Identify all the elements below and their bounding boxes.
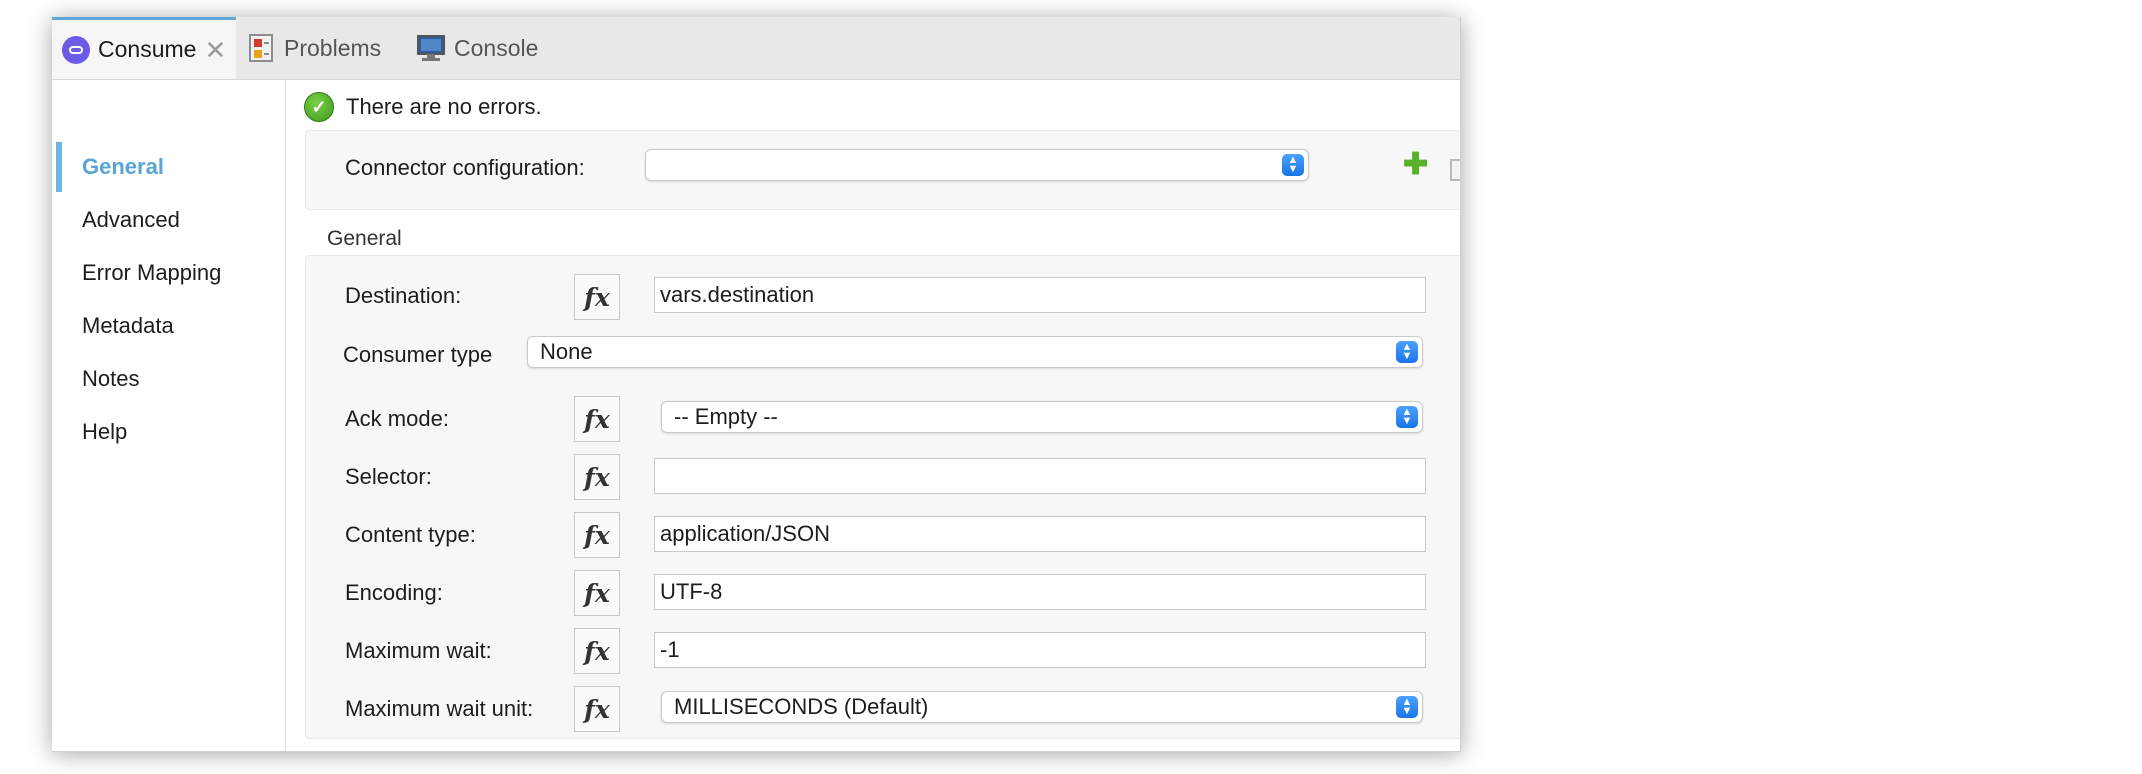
consumer-type-value: None bbox=[540, 339, 593, 364]
sidebar-item-help[interactable]: Help bbox=[56, 407, 284, 457]
connector-configuration-select[interactable]: ▲ ▼ bbox=[645, 149, 1309, 181]
status-message: ✓ There are no errors. bbox=[304, 92, 542, 122]
select-arrows-icon: ▲ ▼ bbox=[1396, 341, 1418, 363]
ack-mode-label: Ack mode: bbox=[345, 406, 449, 431]
status-text: There are no errors. bbox=[346, 94, 542, 119]
general-section-title: General bbox=[327, 227, 402, 250]
tab-bar: Consume ✕ Problems Console bbox=[52, 17, 1460, 80]
select-arrows-icon: ▲ ▼ bbox=[1396, 696, 1418, 718]
ack-mode-select[interactable]: -- Empty -- ▲ ▼ bbox=[661, 401, 1423, 433]
consumer-type-select[interactable]: None ▲ ▼ bbox=[527, 336, 1423, 368]
maximum-wait-input[interactable]: -1 bbox=[654, 632, 1426, 668]
tab-problems-label: Problems bbox=[284, 34, 382, 61]
maximum-wait-fx-button[interactable]: fx bbox=[574, 628, 620, 674]
selector-label: Selector: bbox=[345, 464, 432, 489]
general-section-panel: Destination: fx vars.destination Consume… bbox=[305, 255, 1460, 739]
tab-console[interactable]: Console bbox=[416, 17, 538, 79]
encoding-fx-button[interactable]: fx bbox=[574, 570, 620, 616]
sidebar: General Advanced Error Mapping Metadata … bbox=[52, 80, 286, 751]
consumer-type-label: Consumer type bbox=[343, 342, 493, 367]
problems-icon bbox=[249, 34, 273, 62]
close-icon[interactable]: ✕ bbox=[204, 37, 226, 63]
sidebar-item-notes[interactable]: Notes bbox=[56, 354, 284, 404]
connector-configuration-label: Connector configuration: bbox=[345, 155, 585, 180]
content-type-label: Content type: bbox=[345, 522, 476, 547]
encoding-input[interactable]: UTF-8 bbox=[654, 574, 1426, 610]
maximum-wait-unit-label: Maximum wait unit: bbox=[345, 696, 534, 721]
encoding-label: Encoding: bbox=[345, 580, 443, 605]
maximum-wait-unit-fx-button[interactable]: fx bbox=[574, 686, 620, 732]
selector-input[interactable] bbox=[654, 458, 1426, 494]
edit-icon[interactable] bbox=[1450, 159, 1460, 181]
ack-mode-value: -- Empty -- bbox=[674, 404, 778, 429]
consume-connector-icon bbox=[62, 35, 90, 64]
tab-console-label: Console bbox=[454, 34, 539, 61]
tab-problems[interactable]: Problems bbox=[248, 17, 381, 79]
selector-fx-button[interactable]: fx bbox=[574, 454, 620, 500]
maximum-wait-unit-value: MILLISECONDS (Default) bbox=[674, 694, 929, 719]
plus-icon[interactable]: ✚ bbox=[1403, 147, 1428, 182]
maximum-wait-unit-select[interactable]: MILLISECONDS (Default) ▲ ▼ bbox=[661, 691, 1423, 723]
select-arrows-icon: ▲ ▼ bbox=[1282, 154, 1304, 176]
destination-fx-button[interactable]: fx bbox=[574, 274, 620, 320]
ack-mode-fx-button[interactable]: fx bbox=[574, 396, 620, 442]
tab-consume[interactable]: Consume ✕ bbox=[52, 17, 236, 79]
sidebar-item-advanced[interactable]: Advanced bbox=[56, 195, 284, 245]
connector-configuration-panel: Connector configuration: ▲ ▼ ✚ bbox=[305, 130, 1460, 210]
destination-input[interactable]: vars.destination bbox=[654, 277, 1426, 313]
console-monitor-icon bbox=[417, 35, 445, 61]
content-type-fx-button[interactable]: fx bbox=[574, 512, 620, 558]
maximum-wait-label: Maximum wait: bbox=[345, 638, 492, 663]
content-type-input[interactable]: application/JSON bbox=[654, 516, 1426, 552]
consume-properties-window: Consume ✕ Problems Console General Advan… bbox=[52, 17, 1461, 752]
destination-label: Destination: bbox=[345, 283, 462, 308]
tab-consume-label: Consume bbox=[98, 36, 197, 62]
sidebar-item-error-mapping[interactable]: Error Mapping bbox=[56, 248, 284, 298]
sidebar-item-general[interactable]: General bbox=[56, 142, 284, 192]
select-arrows-icon: ▲ ▼ bbox=[1396, 406, 1418, 428]
green-check-icon: ✓ bbox=[304, 92, 334, 122]
sidebar-item-metadata[interactable]: Metadata bbox=[56, 301, 284, 351]
